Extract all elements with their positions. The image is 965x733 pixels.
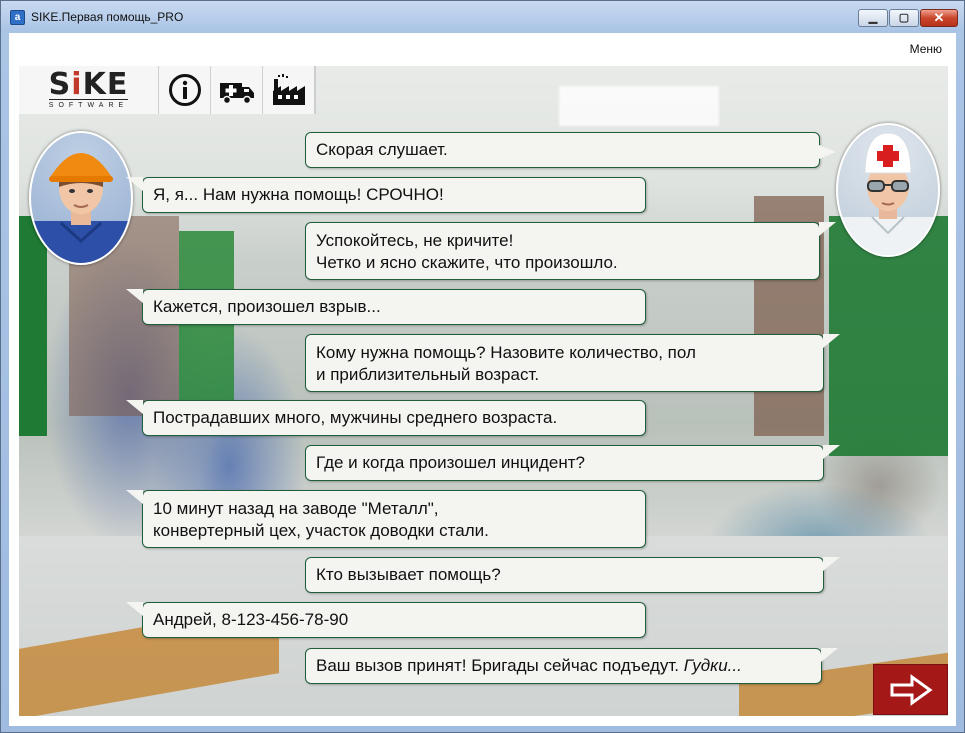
bubble-tail: [126, 400, 143, 414]
menu-button[interactable]: Меню: [910, 42, 942, 56]
close-icon: ✕: [933, 10, 945, 25]
logo-subtitle: SOFTWARE: [48, 98, 129, 110]
bubble-tail: [819, 222, 836, 236]
caller-avatar: [29, 131, 133, 265]
message-text: 10 минут назад на заводе "Металл",: [153, 499, 439, 518]
factory-button[interactable]: [263, 66, 315, 114]
caller-message: Андрей, 8-123-456-78-90: [126, 602, 646, 638]
message-text: Андрей, 8-123-456-78-90: [153, 610, 349, 629]
bubble-tail: [821, 648, 838, 662]
message-text: и приблизительный возраст.: [316, 365, 540, 384]
message-text: Ваш вызов принят! Бригады сейчас подъеду…: [316, 655, 742, 677]
toolbar: SiKE SOFTWARE: [19, 66, 316, 114]
ceiling-lamp: [559, 86, 719, 126]
background-wall-left: [19, 216, 47, 436]
worker-portrait-icon: [31, 153, 131, 263]
dispatcher-message: Успокойтесь, не кричите! Четко и ясно ск…: [305, 222, 836, 280]
maximize-button[interactable]: ▢: [889, 9, 919, 27]
message-text: Пострадавших много, мужчины среднего воз…: [153, 408, 558, 427]
message-text: Кто вызывает помощь?: [316, 565, 501, 584]
message-text: Кому нужна помощь? Назовите количество, …: [316, 343, 696, 362]
app-icon: a: [10, 10, 25, 25]
close-button[interactable]: ✕: [920, 9, 958, 27]
caller-message: Я, я... Нам нужна помощь! СРОЧНО!: [126, 177, 646, 213]
dispatcher-message: Ваш вызов принят! Бригады сейчас подъеду…: [305, 648, 838, 684]
bubble-tail: [823, 557, 840, 571]
ambulance-button[interactable]: [211, 66, 263, 114]
message-text: Где и когда произошел инцидент?: [316, 453, 585, 472]
app-window: a SIKE.Первая помощь_PRO ▁ ▢ ✕ Меню SiKE…: [0, 0, 965, 733]
bubble-tail: [823, 445, 840, 459]
logo-text-i: i: [71, 66, 83, 102]
background-wall-panel: [179, 231, 234, 421]
ambulance-icon: [219, 83, 254, 105]
caller-message: Пострадавших много, мужчины среднего воз…: [126, 400, 646, 436]
message-text: Четко и ясно скажите, что произошло.: [316, 253, 618, 272]
logo-text-s: S: [48, 66, 72, 102]
bubble-tail: [126, 177, 143, 191]
dispatcher-message: Где и когда произошел инцидент?: [305, 445, 840, 481]
dispatcher-message: Кому нужна помощь? Назовите количество, …: [305, 334, 840, 392]
message-text-italic: Гудки...: [683, 656, 742, 675]
message-text: конвертерный цех, участок доводки стали.: [153, 521, 489, 540]
minimize-button[interactable]: ▁: [858, 9, 888, 27]
message-text: Скорая слушает.: [316, 140, 448, 159]
caller-message: 10 минут назад на заводе "Металл", конве…: [126, 490, 646, 548]
info-icon: [168, 74, 201, 106]
bubble-tail: [819, 145, 836, 159]
factory-icon: [272, 74, 305, 105]
dispatcher-message: Кто вызывает помощь?: [305, 557, 840, 593]
bubble-tail: [126, 602, 143, 616]
minimize-icon: ▁: [868, 12, 878, 24]
logo-text-ke: KE: [82, 66, 129, 102]
bubble-tail: [126, 490, 143, 504]
dispatcher-avatar: [836, 123, 940, 257]
caller-message: Кажется, произошел взрыв...: [126, 289, 646, 325]
message-text: Я, я... Нам нужна помощь! СРОЧНО!: [153, 185, 444, 204]
info-button[interactable]: [159, 66, 211, 114]
bubble-tail: [126, 289, 143, 303]
sike-logo: SiKE SOFTWARE: [19, 66, 159, 114]
message-text: Успокойтесь, не кричите!: [316, 231, 514, 250]
dispatcher-message: Скорая слушает.: [305, 132, 836, 168]
title-bar[interactable]: a SIKE.Первая помощь_PRO ▁ ▢ ✕: [1, 1, 964, 33]
arrow-right-icon: [890, 673, 933, 706]
bubble-tail: [823, 334, 840, 348]
message-text-main: Ваш вызов принят! Бригады сейчас подъеду…: [316, 656, 680, 675]
message-text: Кажется, произошел взрыв...: [153, 297, 381, 316]
window-title: SIKE.Первая помощь_PRO: [31, 10, 184, 24]
medic-portrait-icon: [838, 132, 938, 255]
next-button[interactable]: [873, 664, 948, 715]
maximize-icon: ▢: [898, 12, 910, 24]
